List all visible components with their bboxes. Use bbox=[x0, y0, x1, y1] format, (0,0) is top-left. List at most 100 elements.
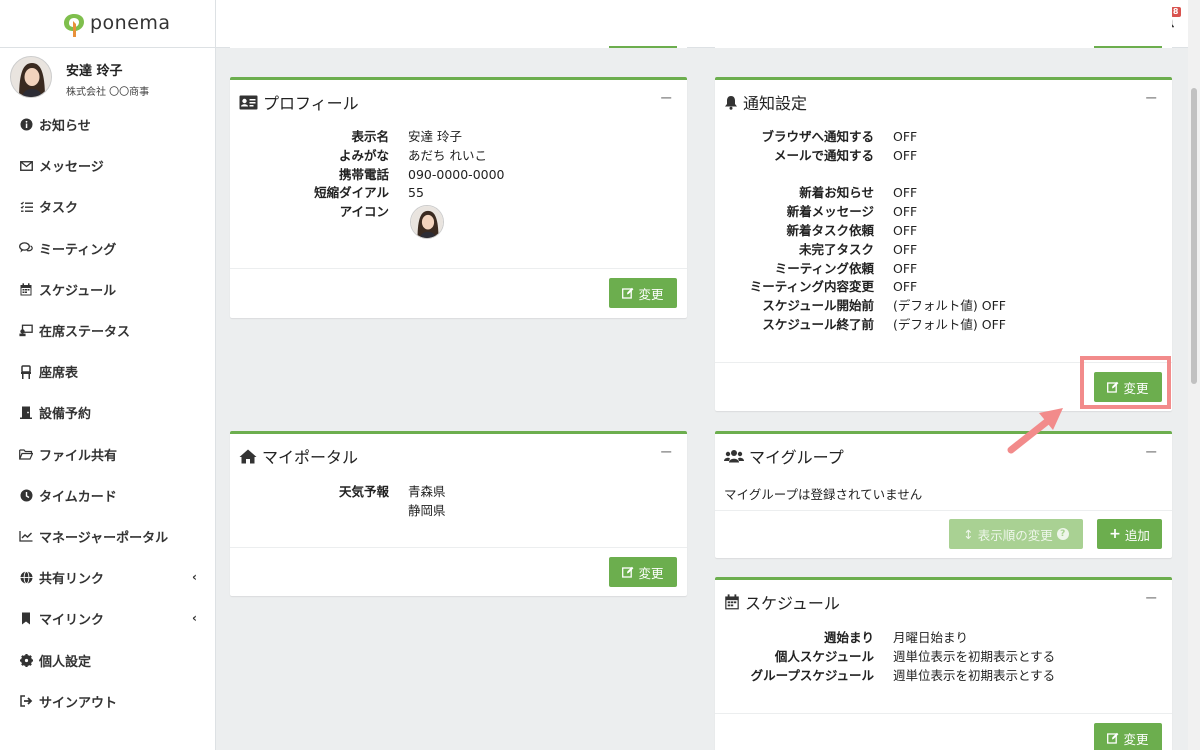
chevron-left-icon: ‹ bbox=[192, 570, 197, 585]
sidebar-item-timecard[interactable]: タイムカード bbox=[0, 475, 215, 516]
folder-icon bbox=[19, 447, 33, 461]
field-value: 55 bbox=[408, 185, 424, 201]
sidebar-item-label: スケジュール bbox=[39, 283, 117, 299]
profile-icon-image bbox=[410, 205, 444, 239]
envelope-icon bbox=[19, 159, 33, 173]
field-key: 個人スケジュール bbox=[774, 648, 874, 664]
minimize-button[interactable]: − bbox=[1145, 88, 1158, 107]
sidebar-item-notices[interactable]: お知らせ bbox=[0, 104, 215, 145]
field-key: 未完了タスク bbox=[798, 241, 874, 257]
logo-icon bbox=[64, 14, 84, 37]
help-icon: ? bbox=[1056, 528, 1069, 540]
field-value: OFF bbox=[893, 185, 918, 201]
card-title: 通知設定 bbox=[724, 90, 807, 114]
notification-title: 通知設定 bbox=[743, 94, 808, 113]
clock-icon bbox=[19, 488, 33, 502]
sidebar: 安達 玲子 株式会社 〇〇商事 お知らせ メッセージ タスク ミーティング スケ… bbox=[0, 48, 216, 750]
divider bbox=[230, 547, 687, 548]
sidebar-item-label: ファイル共有 bbox=[39, 448, 118, 464]
calendar-icon bbox=[725, 594, 739, 610]
card-title: マイグループ bbox=[724, 444, 844, 468]
field-key: アイコン bbox=[339, 204, 389, 220]
schedule-title: スケジュール bbox=[745, 594, 840, 613]
field-key: 表示名 bbox=[351, 129, 389, 144]
button-label: 表示順の変更 bbox=[977, 527, 1053, 543]
divider bbox=[715, 713, 1172, 714]
sidebar-item-schedule[interactable]: スケジュール bbox=[0, 269, 215, 310]
sidebar-item-label: タイムカード bbox=[39, 489, 117, 505]
sidebar-item-label: タスク bbox=[39, 201, 79, 217]
task-list-icon bbox=[19, 200, 33, 214]
field-value: OFF bbox=[893, 223, 918, 238]
field-value: (デフォルト値) OFF bbox=[893, 298, 1006, 314]
sign-out-icon bbox=[19, 694, 33, 708]
sidebar-item-manager-portal[interactable]: マネージャーポータル bbox=[0, 516, 215, 557]
sidebar-item-messages[interactable]: メッセージ bbox=[0, 145, 215, 186]
presence-icon bbox=[19, 324, 33, 338]
field-value: OFF bbox=[893, 147, 918, 163]
logo-area[interactable]: ponema bbox=[0, 0, 216, 48]
minimize-button[interactable]: − bbox=[1145, 442, 1158, 461]
sidebar-item-meetings[interactable]: ミーティング bbox=[0, 228, 215, 269]
sidebar-item-tasks[interactable]: タスク bbox=[0, 186, 215, 227]
field-value: OFF bbox=[893, 260, 918, 276]
card-stub-left bbox=[230, 0, 687, 48]
field-value: 月曜日始まり bbox=[893, 630, 969, 645]
add-group-button[interactable]: + 追加 bbox=[1097, 519, 1162, 549]
field-key: 新着お知らせ bbox=[799, 185, 874, 201]
reorder-button[interactable]: ↕ 表示順の変更 ? bbox=[949, 519, 1083, 549]
stub-button bbox=[1094, 46, 1162, 48]
door-icon bbox=[19, 406, 33, 420]
field-key: ミーティング依頼 bbox=[774, 260, 874, 276]
sidebar-item-files[interactable]: ファイル共有 bbox=[0, 434, 215, 475]
card-title: プロフィール bbox=[239, 90, 359, 114]
field-key: スケジュール終了前 bbox=[762, 317, 874, 332]
field-value: 090-0000-0000 bbox=[408, 166, 505, 182]
sidebar-item-label: 個人設定 bbox=[39, 654, 92, 670]
minimize-button[interactable]: − bbox=[660, 442, 673, 461]
field-key: 天気予報 bbox=[338, 484, 389, 499]
minimize-button[interactable]: − bbox=[660, 88, 673, 107]
calendar-icon bbox=[19, 282, 33, 296]
sidebar-item-my-links[interactable]: マイリンク ‹ bbox=[0, 598, 215, 639]
plus-icon: + bbox=[1109, 526, 1121, 542]
sidebar-item-label: メッセージ bbox=[39, 160, 104, 176]
notification-fields: ブラウザへ通知する OFF メールで通知する OFF 新着お知らせ OFF 新着… bbox=[715, 128, 1172, 338]
profile-fields: 表示名 安達 玲子 よみがな あだち れいこ 携帯電話 090-0000-000… bbox=[230, 128, 687, 248]
sidebar-item-shared-links[interactable]: 共有リンク ‹ bbox=[0, 557, 215, 598]
edit-profile-button[interactable]: 変更 bbox=[609, 278, 677, 308]
sidebar-item-seating[interactable]: 座席表 bbox=[0, 351, 215, 392]
sidebar-item-facility[interactable]: 設備予約 bbox=[0, 392, 215, 433]
scrollbar-thumb[interactable] bbox=[1191, 88, 1197, 384]
divider bbox=[715, 510, 1172, 511]
edit-icon bbox=[622, 566, 634, 578]
scrollbar[interactable] bbox=[1188, 0, 1200, 750]
sidebar-item-label: ミーティング bbox=[39, 242, 117, 258]
field-key: スケジュール開始前 bbox=[762, 298, 874, 314]
sidebar-item-presence[interactable]: 在席ステータス bbox=[0, 310, 215, 351]
portal-fields: 天気予報 青森県 静岡県 bbox=[230, 483, 687, 523]
card-stub-right bbox=[715, 0, 1172, 48]
card-title: マイポータル bbox=[239, 444, 358, 468]
field-key: ミーティング内容変更 bbox=[749, 279, 874, 295]
edit-schedule-button[interactable]: 変更 bbox=[1094, 723, 1162, 750]
profile-title: プロフィール bbox=[263, 94, 359, 113]
card-title: スケジュール bbox=[724, 590, 840, 614]
sidebar-item-label: お知らせ bbox=[39, 119, 91, 135]
field-value: 安達 玲子 bbox=[408, 129, 462, 144]
home-icon bbox=[239, 449, 257, 463]
schedule-card: スケジュール − 週始まり 月曜日始まり 個人スケジュール 週単位表示を初期表示… bbox=[715, 577, 1172, 750]
minimize-button[interactable]: − bbox=[1145, 588, 1158, 607]
edit-portal-button[interactable]: 変更 bbox=[609, 557, 677, 587]
sidebar-item-personal-settings[interactable]: 個人設定 bbox=[0, 639, 215, 680]
sidebar-item-label: 設備予約 bbox=[39, 407, 92, 423]
sidebar-item-label: マイリンク bbox=[39, 613, 105, 629]
portal-title: マイポータル bbox=[262, 448, 359, 467]
id-card-icon bbox=[239, 95, 258, 109]
field-value: 静岡県 bbox=[408, 502, 446, 518]
sidebar-item-sign-out[interactable]: サインアウト bbox=[0, 681, 215, 722]
button-label: 変更 bbox=[638, 286, 664, 302]
user-box[interactable]: 安達 玲子 株式会社 〇〇商事 bbox=[0, 48, 215, 104]
button-label: 変更 bbox=[638, 565, 664, 581]
field-value: あだち れいこ bbox=[408, 147, 487, 163]
